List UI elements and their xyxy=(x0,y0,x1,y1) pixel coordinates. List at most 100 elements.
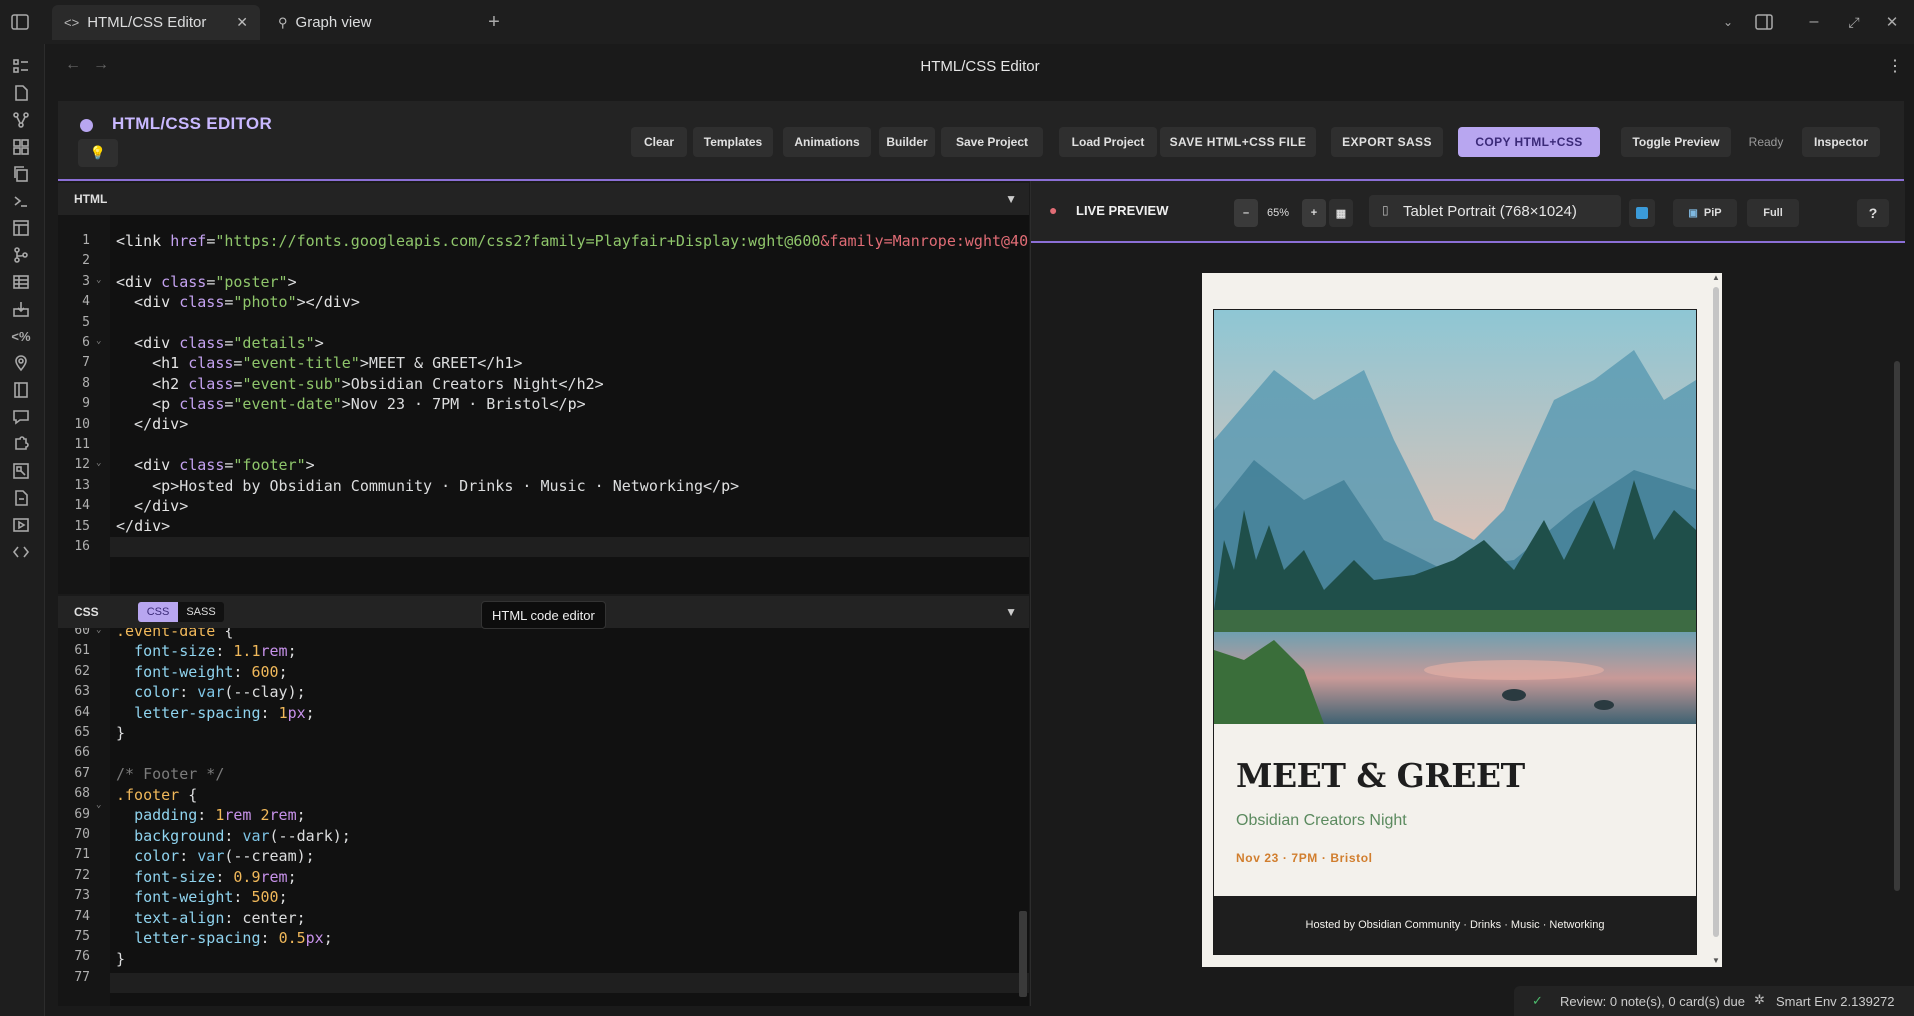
pip-icon: ▣ xyxy=(1688,207,1698,219)
lightbulb-icon[interactable]: 💡 xyxy=(78,139,118,167)
fit-icon[interactable]: ▦ xyxy=(1329,199,1353,227)
full-button[interactable]: Full xyxy=(1747,199,1799,227)
view-title: HTML/CSS Editor xyxy=(920,57,1040,75)
fold-icon[interactable]: ⌄ xyxy=(96,800,101,810)
import-icon[interactable] xyxy=(9,297,33,321)
code-line: </div> xyxy=(116,497,189,515)
close-tab-icon[interactable]: ✕ xyxy=(236,14,248,31)
canvas-icon[interactable] xyxy=(9,135,33,159)
tab-graph-view[interactable]: ⚲ Graph view xyxy=(266,5,436,40)
code-line: } xyxy=(116,950,126,968)
help-button[interactable]: ? xyxy=(1857,199,1889,227)
comment-icon[interactable] xyxy=(9,405,33,429)
graph-icon[interactable] xyxy=(9,108,33,132)
fold-icon[interactable]: ⌄ xyxy=(96,628,101,635)
fold-icon[interactable]: ⌄ xyxy=(96,275,101,285)
close-window-icon[interactable]: ✕ xyxy=(1880,10,1904,34)
export-sass-button[interactable]: EXPORT SASS xyxy=(1331,127,1443,157)
editor-title: HTML/CSS EDITOR xyxy=(112,114,273,133)
terminal-icon[interactable] xyxy=(9,189,33,213)
device-select[interactable]: ▯ Tablet Portrait (768×1024) xyxy=(1369,195,1621,227)
inspector-button[interactable]: Inspector xyxy=(1802,127,1880,157)
puzzle-icon[interactable] xyxy=(9,432,33,456)
location-pin-icon[interactable] xyxy=(9,351,33,375)
templates-button[interactable]: Templates xyxy=(693,127,773,157)
code-line: font-weight: 500; xyxy=(134,888,288,906)
tab-html-css-editor[interactable]: <> HTML/CSS Editor ✕ xyxy=(52,5,260,40)
smart-env-status[interactable]: Smart Env 2.139272 xyxy=(1776,994,1895,1009)
rotate-icon xyxy=(1636,207,1648,219)
html-code-editor[interactable]: 1 2 3 4 5 6 7 8 9 10 11 12 13 14 15 16 ⌄ ⌄ ⌄ <link href… xyxy=(58,215,1029,594)
zoom-in-button[interactable]: + xyxy=(1302,199,1326,227)
scroll-down-icon[interactable]: ▼ xyxy=(1712,956,1720,965)
new-tab-icon[interactable]: + xyxy=(482,10,506,34)
fold-icon[interactable]: ⌄ xyxy=(96,336,101,346)
scroll-up-icon[interactable]: ▲ xyxy=(1712,273,1720,282)
poster-footer: Hosted by Obsidian Community · Drinks · … xyxy=(1214,896,1696,954)
file-explorer-icon[interactable] xyxy=(9,54,33,78)
line-number: 62 xyxy=(74,663,90,679)
copy-icon[interactable] xyxy=(9,162,33,186)
minimize-icon[interactable]: – xyxy=(1802,10,1826,34)
code-line: .footer { xyxy=(116,786,198,804)
pip-button[interactable]: ▣ PiP xyxy=(1673,199,1737,227)
sidebar-toggle-icon[interactable] xyxy=(8,10,32,34)
forward-arrow-icon[interactable]: → xyxy=(93,56,109,74)
document-icon[interactable] xyxy=(9,486,33,510)
review-status[interactable]: Review: 0 note(s), 0 card(s) due xyxy=(1560,994,1745,1009)
line-number: 77 xyxy=(74,969,90,985)
device-label: Tablet Portrait (768×1024) xyxy=(1403,202,1577,220)
git-icon[interactable] xyxy=(9,243,33,267)
fold-icon[interactable]: ⌄ xyxy=(96,458,101,468)
css-mode-toggle[interactable]: CSS xyxy=(138,602,178,622)
zoom-out-button[interactable]: – xyxy=(1234,199,1258,227)
line-number: 65 xyxy=(74,725,90,740)
toggle-preview-button[interactable]: Toggle Preview xyxy=(1621,127,1731,157)
preview-header: ● LIVE PREVIEW – 65% + ▦ ▯ Tablet Portra… xyxy=(1031,181,1905,243)
book-icon[interactable] xyxy=(9,378,33,402)
editor-toolbar: HTML/CSS EDITOR 💡 Clear Templates Animat… xyxy=(58,101,1904,181)
slides-icon[interactable] xyxy=(9,513,33,537)
title-bar: <> HTML/CSS Editor ✕ ⚲ Graph view + ⌄ – … xyxy=(0,0,1914,44)
rotate-button[interactable] xyxy=(1629,199,1655,227)
copy-html-css-button[interactable]: COPY HTML+CSS xyxy=(1458,127,1600,157)
scrollbar-thumb[interactable] xyxy=(1713,287,1719,937)
regex-icon[interactable]: <% xyxy=(9,324,33,348)
clear-button[interactable]: Clear xyxy=(631,127,687,157)
sass-mode-toggle[interactable]: SASS xyxy=(178,602,224,622)
line-number: 14 xyxy=(74,498,90,514)
css-code-editor[interactable]: 60 61 62 63 64 65 66 67 68 69 70 71 72 73 74 75 76 77 ⌄ ⌄… xyxy=(58,628,1029,1006)
collapse-icon[interactable]: ▼ xyxy=(1005,605,1017,619)
layout-icon[interactable] xyxy=(9,216,33,240)
animations-button[interactable]: Animations xyxy=(783,127,871,157)
more-options-icon[interactable]: ⋮ xyxy=(1887,56,1903,76)
code-line: </div> xyxy=(116,415,189,433)
chevron-down-icon[interactable]: ⌄ xyxy=(1716,10,1740,34)
scrollbar[interactable] xyxy=(1019,911,1027,997)
save-project-button[interactable]: Save Project xyxy=(941,127,1043,157)
right-sidebar-icon[interactable] xyxy=(1752,10,1776,34)
code-line: letter-spacing: 1px; xyxy=(134,704,315,722)
panel-scrollbar[interactable] xyxy=(1894,361,1900,891)
line-number: 10 xyxy=(74,416,90,432)
load-project-button[interactable]: Load Project xyxy=(1059,127,1157,157)
save-html-css-file-button[interactable]: SAVE HTML+CSS FILE xyxy=(1160,127,1316,157)
line-number: 9 xyxy=(82,396,90,412)
line-number: 15 xyxy=(74,518,90,534)
code-line: letter-spacing: 0.5px; xyxy=(134,929,333,947)
back-arrow-icon[interactable]: ← xyxy=(65,56,81,74)
code-icon[interactable] xyxy=(9,540,33,564)
collapse-icon[interactable]: ▼ xyxy=(1005,192,1017,206)
maximize-icon[interactable]: ⤢ xyxy=(1842,10,1866,34)
builder-button[interactable]: Builder xyxy=(879,127,935,157)
html-pane-header[interactable]: HTML ▼ xyxy=(58,183,1029,215)
code-line: <div class="poster"> xyxy=(116,273,297,291)
diagram-icon[interactable] xyxy=(9,459,33,483)
table-icon[interactable] xyxy=(9,270,33,294)
files-icon[interactable] xyxy=(9,81,33,105)
active-line xyxy=(110,973,1029,993)
line-number: 12 xyxy=(74,457,90,473)
status-bar: ✓ Review: 0 note(s), 0 card(s) due ✲ Sma… xyxy=(1514,986,1914,1016)
zoom-level: 65% xyxy=(1266,207,1290,219)
preview-scrollbar[interactable]: ▲ ▼ xyxy=(1711,273,1720,965)
